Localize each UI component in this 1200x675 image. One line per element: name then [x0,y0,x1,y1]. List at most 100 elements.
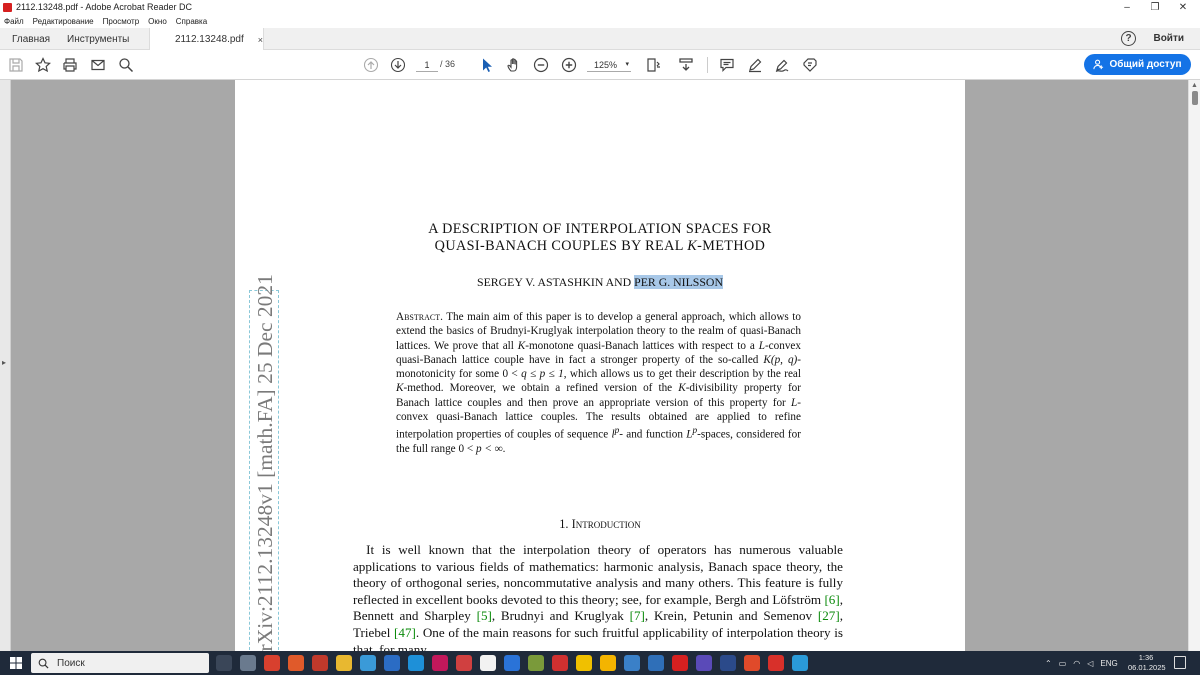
app-icon-redhex[interactable] [552,655,568,671]
scrollbar-thumb[interactable] [1192,91,1198,105]
tab-tools[interactable]: Инструменты [67,28,129,50]
app-icon-c[interactable] [480,655,496,671]
app-icon-green[interactable] [528,655,544,671]
section-heading-introduction: 1. Introduction [559,517,641,531]
selected-text-highlight[interactable]: PER G. NILSSON [634,275,723,289]
tab-document[interactable]: 2112.13248.pdf × [149,28,264,51]
page-fit-icon[interactable] [645,56,663,74]
draw-tool-icon[interactable] [773,56,791,74]
tab-bar: Главная Инструменты 2112.13248.pdf × ? В… [0,28,1200,51]
app-icon-word[interactable] [384,655,400,671]
email-icon[interactable] [89,56,107,74]
pdf-page: A DESCRIPTION OF INTERPOLATION SPACES FO… [235,80,965,651]
share-button[interactable]: Общий доступ [1084,54,1191,75]
chevron-right-icon[interactable]: ▸ [2,358,6,367]
menu-help[interactable]: Справка [176,17,207,26]
tray-overflow-chevron-icon[interactable]: ⌃ [1045,659,1052,668]
edge-browser-icon[interactable] [408,655,424,671]
volume-icon[interactable]: ◁ [1087,659,1093,668]
page-total: / 36 [440,59,456,69]
window-title: 2112.13248.pdf - Adobe Acrobat Reader DC [16,2,192,12]
app-icon-red[interactable] [264,655,280,671]
menu-file[interactable]: Файл [4,17,24,26]
camera-app-icon[interactable] [240,655,256,671]
paper-abstract: Abstract. The main aim of this paper is … [396,311,801,456]
citation-link[interactable]: [7] [630,608,645,623]
page-number-input[interactable]: 1 [416,58,438,72]
paper-title: A DESCRIPTION OF INTERPOLATION SPACES FO… [428,221,772,254]
app-icon-purple[interactable] [696,655,712,671]
hand-tool-icon[interactable] [505,56,523,74]
help-icon[interactable]: ? [1121,31,1136,46]
highlight-pen-icon[interactable] [746,56,764,74]
app-icon-paint[interactable] [624,655,640,671]
scroll-mode-icon[interactable] [677,56,695,74]
search-icon[interactable] [117,56,135,74]
chevron-down-icon: ▾ [625,61,629,68]
taskbar-search-placeholder: Поиск [57,657,85,669]
left-panel-toggle[interactable]: ▸ [0,80,11,651]
wifi-icon[interactable]: ◠ [1073,659,1080,668]
comment-icon[interactable] [718,56,736,74]
paper-authors: SERGEY V. ASTASHKIN AND PER G. NILSSON [477,275,723,289]
mail-icon[interactable] [648,655,664,671]
menu-view[interactable]: Просмотр [103,17,140,26]
citation-link[interactable]: [47] [394,625,416,640]
app-icon-media[interactable] [312,655,328,671]
print-icon[interactable] [61,56,79,74]
arxiv-stamp[interactable]: arXiv:2112.13248v1 [math.FA] 25 Dec 2021 [249,274,279,651]
tab-home[interactable]: Главная [12,28,50,50]
zoom-in-icon[interactable] [560,56,578,74]
app-icon-docs[interactable] [456,655,472,671]
zoom-level-value: 125% [594,60,618,70]
previous-page-icon[interactable] [362,56,380,74]
close-window-button[interactable]: ✕ [1166,0,1200,14]
language-indicator[interactable]: ENG [1100,659,1117,668]
fill-sign-icon[interactable] [801,56,819,74]
select-cursor-icon[interactable] [478,56,496,74]
add-user-icon [1093,59,1104,70]
chrome-icon[interactable] [744,655,760,671]
taskbar-pinned-apps [216,655,816,671]
system-tray: ⌃ ▭ ◠ ◁ ENG [1045,655,1125,671]
file-explorer-icon[interactable] [576,655,592,671]
tab-close-icon[interactable]: × [258,35,263,45]
app-icon-hand[interactable] [336,655,352,671]
tab-document-label: 2112.13248.pdf [175,34,244,45]
zoom-out-icon[interactable] [532,56,550,74]
zoom-level-select[interactable]: 125% ▾ [587,58,631,72]
indesign-icon[interactable] [432,655,448,671]
vertical-scrollbar[interactable]: ▲ [1188,80,1200,651]
citation-link[interactable]: [27] [818,608,840,623]
citation-link[interactable]: [5] [477,608,492,623]
clock-time: 1:36 [1138,653,1154,662]
acrobat-taskbar-icon[interactable] [672,655,688,671]
notification-center-icon[interactable] [1174,656,1186,669]
telegram-icon[interactable] [792,655,808,671]
bookmark-star-icon[interactable] [34,56,52,74]
taskbar-clock[interactable]: 1:36 06.01.2025 [1128,653,1166,673]
windows-start-icon[interactable] [10,657,22,669]
menu-edit[interactable]: Редактирование [33,17,94,26]
app-icon-calendar[interactable] [504,655,520,671]
citation-link[interactable]: [6] [824,592,839,607]
app-icon-monitor[interactable] [720,655,736,671]
title-bar: 2112.13248.pdf - Adobe Acrobat Reader DC… [0,0,1200,14]
document-viewport[interactable]: ▸ A DESCRIPTION OF INTERPOLATION SPACES … [0,80,1200,651]
scroll-up-icon[interactable]: ▲ [1191,82,1198,89]
yandex-browser-icon[interactable] [768,655,784,671]
taskbar-search-input[interactable]: Поиск [31,653,209,673]
app-icon-blue[interactable] [360,655,376,671]
battery-icon[interactable]: ▭ [1059,659,1067,668]
sign-in-link[interactable]: Войти [1153,33,1184,44]
search-icon [38,658,49,669]
next-page-icon[interactable] [389,56,407,74]
share-button-label: Общий доступ [1109,59,1182,70]
sticky-notes-icon[interactable] [600,655,616,671]
windows-taskbar: Поиск ⌃ ▭ ◠ ◁ ENG 1:36 06.01.2025 [0,651,1200,675]
app-icon-orange[interactable] [288,655,304,671]
menu-window[interactable]: Окно [148,17,167,26]
task-view-icon[interactable] [216,655,232,671]
save-icon[interactable] [7,56,25,74]
introduction-paragraph: It is well known that the interpolation … [353,542,843,651]
